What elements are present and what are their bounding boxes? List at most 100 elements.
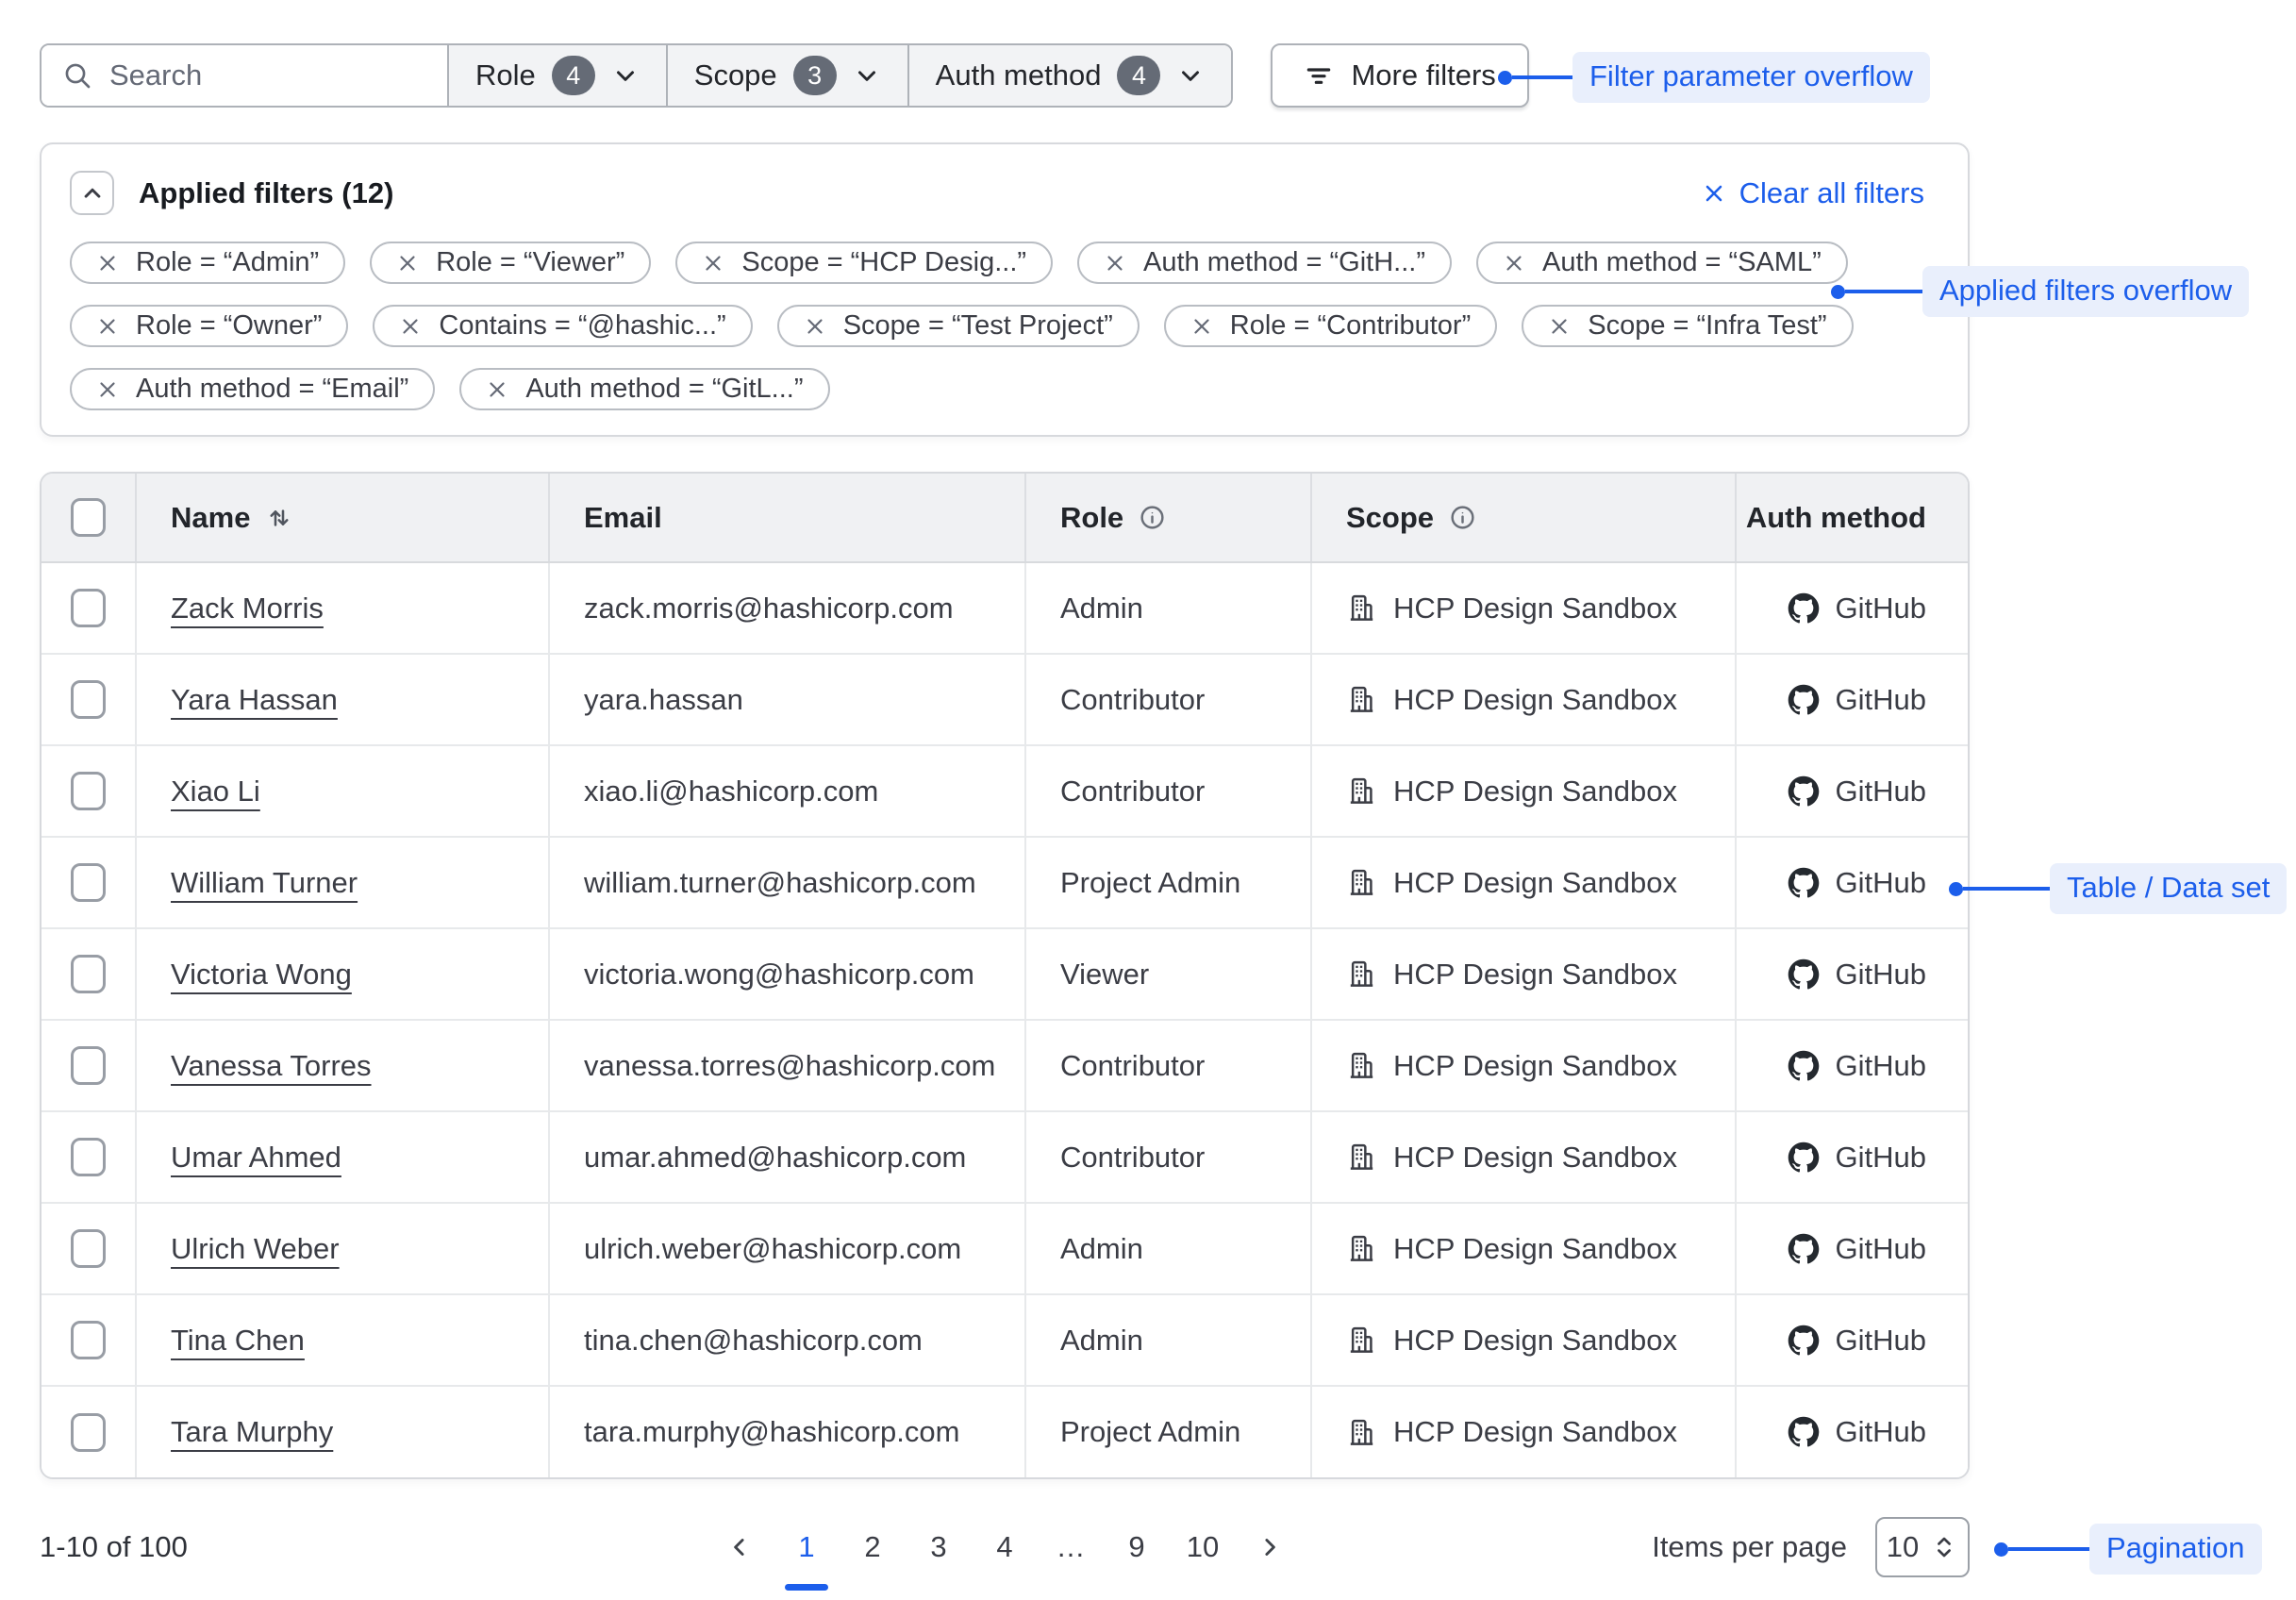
dismiss-icon[interactable] (1503, 252, 1525, 275)
filter-pill[interactable]: Role = “Contributor” (1164, 305, 1497, 347)
auth-method-cell: GitHub (1737, 1232, 1970, 1266)
row-checkbox[interactable] (71, 1413, 106, 1452)
scope-label: HCP Design Sandbox (1393, 1049, 1677, 1083)
filter-pill-label: Role = “Admin” (136, 247, 319, 278)
filter-pill-label: Scope = “Infra Test” (1588, 310, 1826, 342)
page-number[interactable]: 3 (911, 1511, 966, 1583)
dismiss-icon[interactable] (96, 378, 119, 401)
page-number[interactable]: 10 (1175, 1511, 1230, 1583)
user-name-link[interactable]: Vanessa Torres (171, 1049, 372, 1082)
dismiss-icon[interactable] (396, 252, 419, 275)
row-checkbox[interactable] (71, 955, 106, 993)
row-checkbox[interactable] (71, 1046, 106, 1085)
collapse-button[interactable] (70, 171, 114, 215)
dismiss-icon[interactable] (702, 252, 724, 275)
more-filters-button[interactable]: More filters (1271, 43, 1528, 108)
filter-pill[interactable]: Scope = “Infra Test” (1522, 305, 1853, 347)
user-name-link[interactable]: Umar Ahmed (171, 1141, 341, 1174)
applied-filters-panel: Applied filters (12) Clear all filters R… (40, 142, 1970, 437)
filter-pill[interactable]: Role = “Owner” (70, 305, 348, 347)
auth-method-cell: GitHub (1737, 1324, 1970, 1358)
dismiss-icon[interactable] (1190, 315, 1213, 338)
user-name-link[interactable]: Tara Murphy (171, 1415, 333, 1448)
github-icon (1788, 684, 1820, 716)
user-name-link[interactable]: Victoria Wong (171, 958, 352, 991)
filter-pill-label: Auth method = “SAML” (1542, 247, 1822, 278)
page-number[interactable]: 1 (779, 1511, 834, 1583)
filter-pill[interactable]: Contains = “@hashic...” (373, 305, 752, 347)
previous-page-button[interactable] (711, 1511, 768, 1583)
user-name-link[interactable]: Zack Morris (171, 592, 324, 625)
user-name-link[interactable]: Tina Chen (171, 1324, 305, 1357)
filter-pill[interactable]: Scope = “HCP Desig...” (675, 242, 1053, 284)
scope-cell: HCP Design Sandbox (1346, 1324, 1735, 1358)
search-field[interactable] (109, 58, 426, 92)
row-checkbox[interactable] (71, 772, 106, 810)
dismiss-icon[interactable] (1104, 252, 1126, 275)
column-header-name[interactable]: Name (137, 501, 548, 535)
scope-cell: HCP Design Sandbox (1346, 775, 1735, 808)
items-per-page-select[interactable]: 10 (1875, 1517, 1970, 1577)
filter-pill-label: Auth method = “GitH...” (1143, 247, 1425, 278)
column-header-email: Email (550, 501, 1024, 535)
filter-dropdown-button[interactable]: Scope 3 (666, 45, 907, 106)
sort-icon[interactable] (264, 503, 294, 533)
row-checkbox[interactable] (71, 1138, 106, 1176)
user-role: Project Admin (1060, 1415, 1240, 1448)
page-number[interactable]: 2 (845, 1511, 900, 1583)
filter-dropdown-button[interactable]: Role 4 (447, 45, 666, 106)
filter-pill-label: Role = “Contributor” (1230, 310, 1471, 342)
scope-cell: HCP Design Sandbox (1346, 592, 1735, 625)
user-role: Contributor (1060, 1049, 1205, 1082)
row-checkbox[interactable] (71, 589, 106, 627)
filter-count-badge: 4 (552, 56, 595, 95)
dismiss-icon[interactable] (399, 315, 422, 338)
info-icon[interactable] (1448, 503, 1477, 532)
filter-pill[interactable]: Auth method = “Email” (70, 368, 435, 410)
filter-pill[interactable]: Role = “Viewer” (370, 242, 651, 284)
scope-label: HCP Design Sandbox (1393, 866, 1677, 900)
table-row: Ulrich Weber ulrich.weber@hashicorp.com … (42, 1203, 1970, 1294)
row-checkbox[interactable] (71, 863, 106, 902)
filter-pill[interactable]: Auth method = “GitL...” (459, 368, 829, 410)
next-page-button[interactable] (1241, 1511, 1298, 1583)
user-name-link[interactable]: Xiao Li (171, 775, 260, 808)
scope-label: HCP Design Sandbox (1393, 1141, 1677, 1175)
filter-pill[interactable]: Scope = “Test Project” (777, 305, 1140, 347)
filter-pill-label: Contains = “@hashic...” (439, 310, 725, 342)
filter-pill[interactable]: Auth method = “SAML” (1476, 242, 1848, 284)
table-row: Tara Murphy tara.murphy@hashicorp.com Pr… (42, 1386, 1970, 1477)
dismiss-icon[interactable] (96, 315, 119, 338)
user-name-link[interactable]: Ulrich Weber (171, 1232, 340, 1265)
org-icon (1346, 1142, 1377, 1173)
dismiss-icon[interactable] (804, 315, 826, 338)
search-input[interactable] (42, 45, 447, 106)
dismiss-icon[interactable] (1548, 315, 1571, 338)
clear-all-filters-button[interactable]: Clear all filters (1701, 176, 1924, 210)
select-all-checkbox[interactable] (71, 498, 106, 537)
row-checkbox[interactable] (71, 1229, 106, 1268)
user-role: Contributor (1060, 775, 1205, 808)
column-header-auth-method: Auth method (1737, 501, 1970, 535)
user-name-link[interactable]: William Turner (171, 866, 358, 899)
info-icon[interactable] (1138, 503, 1167, 532)
filter-dropdown-label: Scope (694, 58, 777, 92)
scope-label: HCP Design Sandbox (1393, 592, 1677, 625)
filter-pill[interactable]: Role = “Admin” (70, 242, 345, 284)
row-checkbox[interactable] (71, 1321, 106, 1359)
user-name-link[interactable]: Yara Hassan (171, 683, 338, 716)
filter-dropdown-button[interactable]: Auth method 4 (907, 45, 1232, 106)
table-header-row: Name Email Role (42, 474, 1970, 562)
pagination-bar: 1-10 of 100 1 2 3 4 … 9 10 Items per pa (40, 1511, 1970, 1583)
page-number[interactable]: 4 (977, 1511, 1032, 1583)
dismiss-icon[interactable] (486, 378, 508, 401)
filter-pill[interactable]: Auth method = “GitH...” (1077, 242, 1452, 284)
page-number[interactable]: 9 (1109, 1511, 1164, 1583)
user-role: Admin (1060, 592, 1143, 625)
user-email: vanessa.torres@hashicorp.com (584, 1049, 995, 1082)
more-filters-label: More filters (1351, 58, 1495, 92)
dismiss-icon[interactable] (96, 252, 119, 275)
row-checkbox[interactable] (71, 680, 106, 719)
user-email: xiao.li@hashicorp.com (584, 775, 878, 808)
page-number[interactable]: … (1043, 1511, 1098, 1583)
